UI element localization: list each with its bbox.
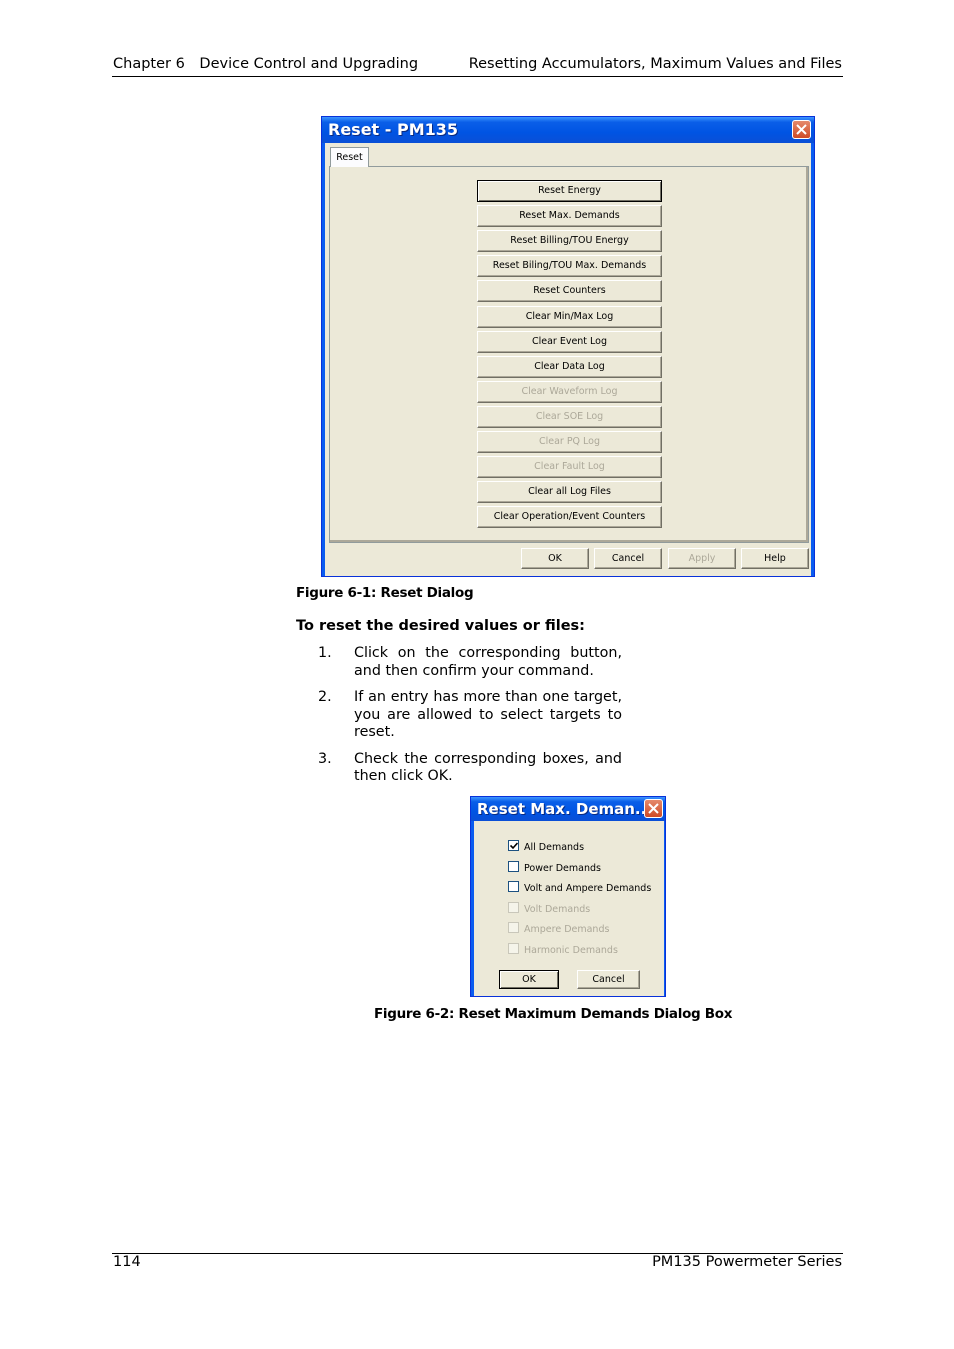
window-title: Reset Max. Deman...	[477, 800, 653, 818]
demand-checkbox-row[interactable]: All Demands	[508, 840, 584, 853]
reset-action-button[interactable]: Reset Counters	[477, 280, 662, 302]
close-button[interactable]	[792, 120, 811, 139]
chapter-number: Chapter 6	[113, 56, 185, 72]
figure-6-1-caption: Figure 6-1: Reset Dialog	[296, 585, 474, 601]
checkmark-icon	[510, 842, 518, 850]
checkbox-label: Power Demands	[524, 863, 601, 874]
section-title: Resetting Accumulators, Maximum Values a…	[468, 56, 842, 72]
step-number: 3.	[318, 750, 332, 767]
close-icon	[796, 124, 807, 135]
reset-action-button[interactable]: Clear Data Log	[477, 356, 662, 378]
checkbox[interactable]	[508, 861, 519, 872]
reset-action-button[interactable]: Clear all Log Files	[477, 481, 662, 503]
demand-checkbox-row[interactable]: Volt Demands	[508, 902, 590, 915]
checkbox[interactable]	[508, 943, 519, 954]
window-title: Reset - PM135	[328, 120, 459, 139]
step-text: If an entry has more than one target, yo…	[354, 689, 622, 740]
checkbox[interactable]	[508, 840, 519, 851]
reset-max-demands-dialog: Reset Max. Deman... All Demands Power Dem…	[470, 796, 666, 997]
window-frame-right	[811, 117, 814, 576]
step-number: 1.	[318, 645, 332, 661]
reset-action-button[interactable]: Reset Max. Demands	[477, 205, 662, 227]
chapter-title: Device Control and Upgrading	[199, 56, 419, 72]
procedure-steps: 1. Click on the corresponding button, an…	[318, 645, 622, 795]
page-header: Chapter 6 Device Control and Upgrading R…	[112, 54, 843, 77]
procedure-title: To reset the desired values or files:	[296, 618, 585, 634]
checkbox-label: Harmonic Demands	[524, 945, 618, 956]
reset-action-button[interactable]: Clear Event Log	[477, 331, 662, 353]
page-number: 114	[113, 1254, 141, 1270]
checkbox-label: All Demands	[524, 842, 585, 853]
panel-shadow-right	[806, 167, 808, 542]
panel-shadow-bottom	[330, 540, 808, 542]
title-bar[interactable]: Reset Max. Deman...	[471, 797, 665, 821]
cancel-button[interactable]: Cancel	[594, 548, 662, 569]
reset-action-button[interactable]: Clear PQ Log	[477, 431, 662, 453]
checkbox-label: Ampere Demands	[524, 924, 610, 935]
demand-checkbox-row[interactable]: Ampere Demands	[508, 922, 609, 935]
checkbox[interactable]	[508, 881, 519, 892]
reset-action-button[interactable]: Clear Fault Log	[477, 456, 662, 478]
reset-action-button[interactable]: Reset Billing/TOU Energy	[477, 230, 662, 252]
step-number: 2.	[318, 689, 332, 705]
demand-checkbox-row[interactable]: Volt and Ampere Demands	[508, 881, 651, 894]
reset-action-button[interactable]: Clear SOE Log	[477, 406, 662, 428]
checkbox-label: Volt and Ampere Demands	[524, 883, 652, 894]
step-text: Check the corresponding boxes, and then …	[354, 750, 622, 785]
close-icon	[648, 803, 659, 814]
ok-button[interactable]: OK	[499, 970, 559, 989]
demand-checkbox-row[interactable]: Harmonic Demands	[508, 943, 618, 956]
demand-checkbox-row[interactable]: Power Demands	[508, 861, 601, 874]
procedure-step: 1. Click on the corresponding button, an…	[318, 645, 622, 680]
procedure-step: 2. If an entry has more than one target,…	[318, 689, 622, 742]
window-frame-right	[664, 797, 665, 996]
chapter-heading: Chapter 6 Device Control and Upgrading	[113, 56, 418, 72]
help-button[interactable]: Help	[741, 548, 809, 569]
tab-reset[interactable]: Reset	[330, 147, 369, 167]
reset-dialog: Reset - PM135 Reset Reset Energy Reset Ma…	[321, 116, 815, 577]
checkbox[interactable]	[508, 902, 519, 913]
close-button[interactable]	[644, 799, 663, 818]
reset-action-button[interactable]: Reset Energy	[477, 180, 662, 202]
reset-action-button[interactable]: Reset Biling/TOU Max. Demands	[477, 255, 662, 277]
checkbox[interactable]	[508, 922, 519, 933]
window-frame-left	[471, 797, 474, 996]
apply-button[interactable]: Apply	[668, 548, 736, 569]
cancel-button[interactable]: Cancel	[577, 970, 640, 989]
ok-button[interactable]: OK	[521, 548, 589, 569]
checkbox-label: Volt Demands	[524, 904, 591, 915]
tab-panel-reset: Reset Energy Reset Max. Demands Reset Bill…	[329, 166, 809, 543]
product-name: PM135 Powermeter Series	[652, 1254, 842, 1270]
figure-6-2-caption: Figure 6-2: Reset Maximum Demands Dialog…	[374, 1006, 733, 1022]
reset-action-button[interactable]: Clear Waveform Log	[477, 381, 662, 403]
window-frame-left	[322, 117, 325, 576]
reset-action-button[interactable]: Clear Operation/Event Counters	[477, 506, 662, 528]
step-text: Click on the corresponding button, and t…	[354, 645, 622, 679]
title-bar[interactable]: Reset - PM135	[322, 117, 814, 143]
reset-action-button[interactable]: Clear Min/Max Log	[477, 306, 662, 328]
procedure-step: 3. Check the corresponding boxes, and th…	[318, 751, 622, 786]
page-footer: 114 PM135 Powermeter Series	[112, 1253, 843, 1270]
